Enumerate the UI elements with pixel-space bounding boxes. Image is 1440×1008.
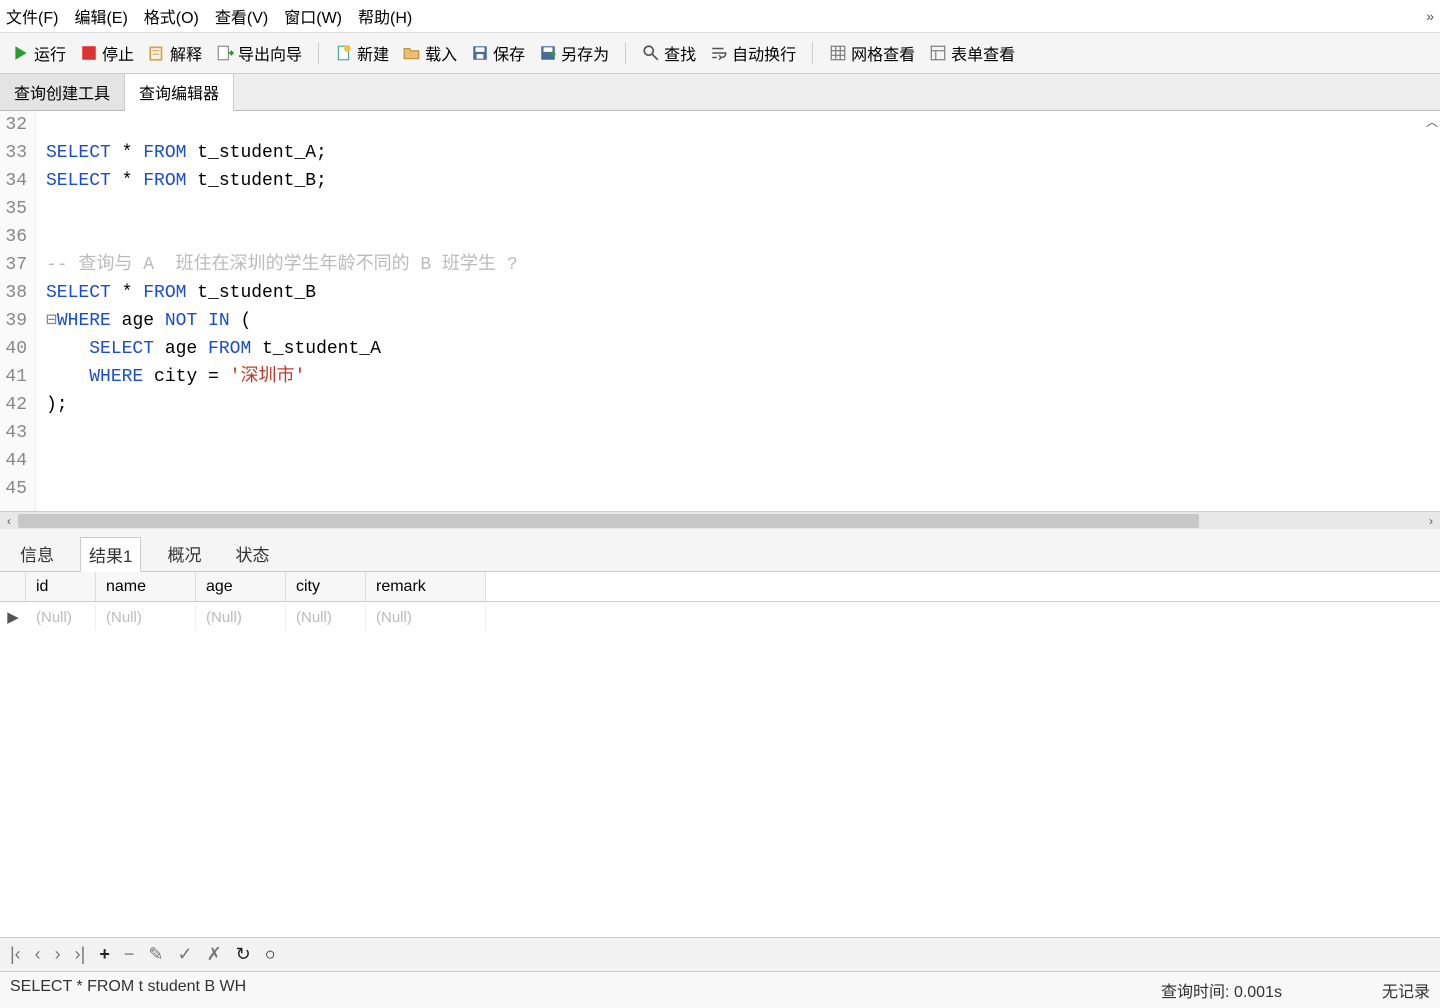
column-header-remark[interactable]: remark [366, 572, 486, 601]
scroll-left-icon[interactable]: ‹ [0, 512, 18, 530]
scroll-up-icon[interactable]: ︿ [1426, 113, 1438, 130]
export-icon [216, 44, 234, 62]
find-button[interactable]: 查找 [638, 39, 700, 67]
tab-query-builder[interactable]: 查询创建工具 [0, 74, 125, 110]
save-button[interactable]: 保存 [467, 39, 529, 67]
tab-query-editor[interactable]: 查询编辑器 [125, 74, 234, 111]
record-nav-toolbar: |‹ ‹ › ›| + − ✎ ✓ ✗ ↻ ○ [0, 937, 1440, 971]
stop-button[interactable]: 停止 [76, 39, 138, 67]
code-area[interactable]: SELECT * FROM t_student_A;SELECT * FROM … [36, 111, 518, 511]
column-header-id[interactable]: id [26, 572, 96, 601]
cell-id[interactable]: (Null) [26, 605, 96, 630]
tab-status[interactable]: 状态 [227, 537, 277, 571]
nav-prev-button[interactable]: ‹ [35, 944, 41, 965]
save-as-icon [539, 44, 557, 62]
current-row-indicator-icon: ▶ [0, 608, 26, 626]
cell-age[interactable]: (Null) [196, 605, 286, 630]
result-tabbar: 信息 结果1 概况 状态 [0, 529, 1440, 572]
nav-refresh-button[interactable]: ↻ [236, 944, 251, 965]
menu-view[interactable]: 查看(V) [215, 4, 268, 28]
form-icon [929, 44, 947, 62]
toolbar-separator [625, 42, 626, 64]
status-query-time: 查询时间: 0.001s [1161, 978, 1282, 1002]
search-icon [642, 44, 660, 62]
nav-last-button[interactable]: ›| [75, 944, 86, 965]
nav-delete-button[interactable]: − [124, 944, 135, 965]
save-as-button[interactable]: 另存为 [535, 39, 613, 67]
menu-bar: 文件(F) 编辑(E) 格式(O) 查看(V) 窗口(W) 帮助(H) [0, 0, 1440, 33]
menu-help[interactable]: 帮助(H) [358, 4, 412, 28]
toolbar-separator [812, 42, 813, 64]
form-view-button[interactable]: 表单查看 [925, 39, 1019, 67]
menu-edit[interactable]: 编辑(E) [74, 4, 127, 28]
toolbar-separator [318, 42, 319, 64]
menu-file[interactable]: 文件(F) [6, 4, 58, 28]
grid-icon [829, 44, 847, 62]
status-record-count: 无记录 [1382, 978, 1430, 1002]
nav-stop-button[interactable]: ○ [265, 944, 276, 965]
grid-data-row[interactable]: ▶ (Null)(Null)(Null)(Null)(Null) [0, 602, 1440, 632]
editor-horizontal-scrollbar[interactable]: ‹ › [0, 511, 1440, 529]
grid-header-row: idnameagecityremark [0, 572, 1440, 602]
run-button[interactable]: 运行 [8, 39, 70, 67]
cell-remark[interactable]: (Null) [366, 605, 486, 630]
nav-next-button[interactable]: › [55, 944, 61, 965]
folder-open-icon [403, 44, 421, 62]
status-bar: SELECT * FROM t student B WH 查询时间: 0.001… [0, 971, 1440, 1008]
grid-view-button[interactable]: 网格查看 [825, 39, 919, 67]
scrollbar-thumb[interactable] [18, 514, 1199, 528]
sql-editor[interactable]: ︿ 3233343536373839404142434445 SELECT * … [0, 111, 1440, 511]
column-header-name[interactable]: name [96, 572, 196, 601]
toolbar-overflow-icon[interactable]: » [1426, 8, 1434, 24]
export-wizard-button[interactable]: 导出向导 [212, 39, 306, 67]
menu-format[interactable]: 格式(O) [144, 4, 199, 28]
menu-window[interactable]: 窗口(W) [284, 4, 342, 28]
column-header-age[interactable]: age [196, 572, 286, 601]
nav-edit-button[interactable]: ✎ [148, 944, 163, 965]
result-grid[interactable]: idnameagecityremark ▶ (Null)(Null)(Null)… [0, 572, 1440, 937]
nav-cancel-button[interactable]: ✗ [207, 944, 222, 965]
save-icon [471, 44, 489, 62]
scroll-right-icon[interactable]: › [1422, 512, 1440, 530]
explain-icon [148, 44, 166, 62]
auto-wrap-button[interactable]: 自动换行 [706, 39, 800, 67]
play-icon [12, 44, 30, 62]
tab-profile[interactable]: 概况 [159, 537, 209, 571]
editor-tabbar: 查询创建工具 查询编辑器 [0, 74, 1440, 111]
nav-first-button[interactable]: |‹ [10, 944, 21, 965]
grid-rowheader-corner [0, 572, 26, 601]
status-query-preview: SELECT * FROM t student B WH [10, 978, 1161, 1002]
main-toolbar: 运行 停止 解释 导出向导 新建 载入 保存 另存为 查找 自动换行 网格查看 [0, 33, 1440, 74]
new-button[interactable]: 新建 [331, 39, 393, 67]
new-icon [335, 44, 353, 62]
cell-name[interactable]: (Null) [96, 605, 196, 630]
column-header-city[interactable]: city [286, 572, 366, 601]
explain-button[interactable]: 解释 [144, 39, 206, 67]
load-button[interactable]: 载入 [399, 39, 461, 67]
line-number-gutter: 3233343536373839404142434445 [0, 111, 36, 511]
nav-add-button[interactable]: + [99, 944, 110, 965]
tab-result1[interactable]: 结果1 [80, 537, 141, 572]
nav-post-button[interactable]: ✓ [177, 944, 192, 965]
cell-city[interactable]: (Null) [286, 605, 366, 630]
stop-icon [80, 44, 98, 62]
wrap-icon [710, 44, 728, 62]
tab-info[interactable]: 信息 [12, 537, 62, 571]
